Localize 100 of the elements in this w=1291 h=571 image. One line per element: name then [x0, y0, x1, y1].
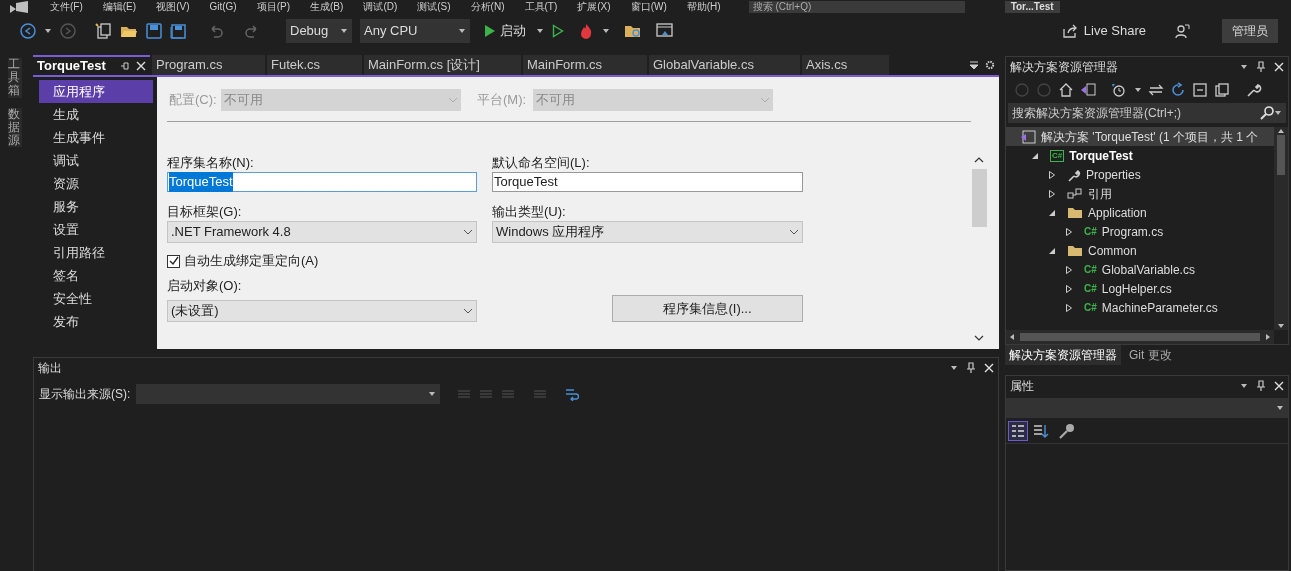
collapse-icon[interactable] [1192, 82, 1208, 98]
close-icon[interactable] [136, 61, 146, 71]
scrollbar-thumb[interactable] [1277, 135, 1285, 175]
close-icon[interactable] [1274, 62, 1284, 72]
caret-icon[interactable] [536, 27, 544, 35]
scroll-down-icon[interactable] [1277, 322, 1285, 330]
menu-item[interactable]: 项目(P) [256, 0, 291, 13]
menu-item[interactable]: 编辑(E) [102, 0, 137, 13]
scroll-right-icon[interactable] [1264, 333, 1272, 341]
flame-icon[interactable] [578, 23, 594, 39]
panel-tab[interactable]: Git 更改 [1125, 345, 1176, 365]
tree-item[interactable]: Common [1006, 241, 1274, 260]
start-button[interactable]: 启动 [482, 19, 528, 43]
menu-item[interactable]: 窗口(W) [630, 0, 667, 13]
admin-button[interactable]: 管理员 [1222, 19, 1278, 43]
scrollbar-thumb[interactable] [971, 169, 987, 227]
tree-item[interactable]: C# MachineParameter.cs [1006, 298, 1274, 317]
search-field[interactable]: 搜索 (Ctrl+Q) [748, 0, 965, 13]
caret-icon[interactable] [950, 364, 958, 372]
expand-icon[interactable] [1065, 303, 1073, 312]
menu-item[interactable]: 帮助(H) [686, 0, 721, 13]
text-field[interactable]: TorqueTest [167, 172, 477, 192]
platform-dropdown[interactable]: Any CPU [360, 19, 470, 43]
tree-item[interactable]: C# GlobalVariable.cs [1006, 260, 1274, 279]
menu-item[interactable]: 生成(B) [310, 0, 344, 13]
tree-item[interactable]: C# Program.cs [1006, 222, 1274, 241]
document-tab[interactable]: TorqueTest [33, 55, 150, 75]
caret-icon[interactable] [1240, 382, 1248, 390]
pin-icon[interactable] [966, 362, 976, 374]
output-type-dropdown[interactable]: Windows 应用程序 [492, 221, 803, 243]
caret-icon[interactable] [602, 27, 610, 35]
tree-item[interactable]: 引用 [1006, 184, 1274, 203]
menu-item[interactable]: 文件(F) [50, 0, 83, 13]
back-icon[interactable] [20, 23, 36, 39]
folder-search-icon[interactable] [624, 23, 642, 39]
framework-dropdown[interactable]: .NET Framework 4.8 [167, 221, 477, 243]
tree-item[interactable]: Application [1006, 203, 1274, 222]
expanded-icon[interactable] [1048, 208, 1056, 217]
pin-icon[interactable] [1256, 380, 1266, 392]
search-field[interactable]: 搜索解决方案资源管理器(Ctrl+;) [1008, 103, 1286, 123]
copy-icon[interactable] [1214, 82, 1230, 98]
document-tab[interactable]: GlobalVariable.cs [649, 55, 800, 75]
expanded-icon[interactable] [1048, 246, 1056, 255]
nav-item[interactable]: 设置 [39, 218, 153, 241]
new-project-icon[interactable] [94, 22, 112, 40]
play-outline-icon[interactable] [552, 24, 564, 38]
nav-item[interactable]: 签名 [39, 264, 153, 287]
pin-icon[interactable] [1256, 61, 1266, 73]
solution-view-icon[interactable] [1080, 82, 1096, 98]
history-icon[interactable] [1110, 82, 1128, 98]
undo-icon[interactable] [208, 23, 224, 39]
nav-item[interactable]: 生成事件 [39, 126, 153, 149]
tree-item[interactable]: 解决方案 'TorqueTest' (1 个项目，共 1 个 [1006, 127, 1274, 146]
caret-icon[interactable] [1134, 86, 1142, 94]
save-all-icon[interactable] [170, 23, 186, 39]
document-tab[interactable]: MainForm.cs [523, 55, 647, 75]
tree-item[interactable]: C# LogHelper.cs [1006, 279, 1274, 298]
pin-icon[interactable] [120, 61, 130, 71]
nav-item[interactable]: 应用程序 [39, 80, 153, 103]
expand-icon[interactable] [1048, 170, 1056, 179]
settings-icon[interactable] [985, 60, 995, 70]
tree-item[interactable]: C# TorqueTest [1006, 146, 1274, 165]
side-tab[interactable]: 数据源 [8, 107, 22, 148]
document-tab[interactable]: Futek.cs [267, 55, 362, 75]
categorized-icon[interactable] [1008, 420, 1028, 441]
document-tab[interactable]: MainForm.cs [设计] [364, 55, 521, 75]
close-icon[interactable] [984, 363, 994, 373]
checkbox[interactable] [167, 254, 180, 268]
nav-item[interactable]: 资源 [39, 172, 153, 195]
tree-item[interactable]: Properties [1006, 165, 1274, 184]
document-tab[interactable]: Axis.cs [802, 55, 889, 75]
nav-item[interactable]: 生成 [39, 103, 153, 126]
nav-item[interactable]: 服务 [39, 195, 153, 218]
expanded-icon[interactable] [1031, 151, 1039, 160]
expand-icon[interactable] [1065, 227, 1073, 236]
menu-item[interactable]: 工具(T) [524, 0, 558, 13]
menu-item[interactable]: 调试(D) [363, 0, 398, 13]
sync-icon[interactable] [1148, 82, 1164, 98]
expand-icon[interactable] [1065, 284, 1073, 293]
text-field[interactable]: TorqueTest [492, 172, 803, 192]
home-icon[interactable] [1058, 82, 1074, 98]
scroll-up-icon[interactable] [974, 157, 984, 163]
nav-item[interactable]: 发布 [39, 310, 153, 333]
panel-tab[interactable]: 解决方案资源管理器 [1005, 345, 1121, 365]
nav-item[interactable]: 调试 [39, 149, 153, 172]
configuration-dropdown[interactable]: Debug [286, 19, 352, 43]
caret-icon[interactable] [44, 27, 52, 35]
save-icon[interactable] [146, 23, 162, 39]
scroll-left-icon[interactable] [1008, 333, 1016, 341]
menu-item[interactable]: 测试(S) [417, 0, 451, 13]
assembly-info-button[interactable]: 程序集信息(I)... [612, 295, 803, 322]
menu-item[interactable]: 分析(N) [470, 0, 505, 13]
caret-icon[interactable] [1240, 63, 1248, 71]
menu-item[interactable]: 视图(V) [156, 0, 190, 13]
tab-list-icon[interactable] [969, 60, 979, 70]
expand-icon[interactable] [1065, 265, 1073, 274]
nav-item[interactable]: 安全性 [39, 287, 153, 310]
close-icon[interactable] [1274, 381, 1284, 391]
refresh-icon[interactable] [1170, 82, 1186, 98]
document-tab[interactable]: Program.cs [152, 55, 265, 75]
